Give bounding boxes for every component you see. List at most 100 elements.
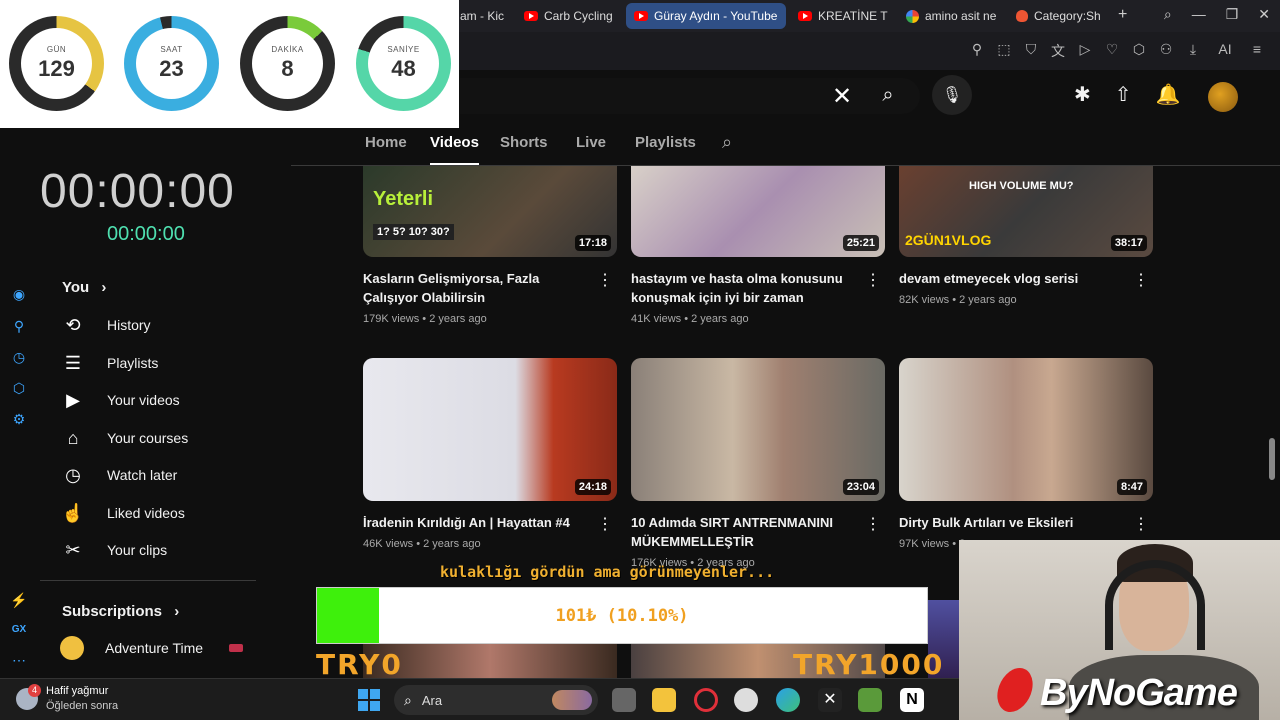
capcut-icon[interactable]: ✕ <box>818 688 842 712</box>
tab-label: KREATİNE T <box>818 9 888 23</box>
extension-puzzle-icon[interactable]: ✱ <box>1074 82 1091 107</box>
taskbar-search[interactable]: ⌕ Ara <box>394 685 598 715</box>
upload-icon[interactable]: ⇧ <box>1115 82 1132 107</box>
tab-shorts[interactable]: Shorts <box>500 134 548 151</box>
sidebar-you[interactable]: You › <box>62 279 106 296</box>
account-icon[interactable]: ⚇ <box>1159 41 1173 61</box>
gx-icon[interactable]: GX <box>10 624 28 642</box>
video-card[interactable]: 24:18 İradenin Kırıldığı An | Hayattan #… <box>363 358 617 550</box>
more-options-icon[interactable]: ⋮ <box>597 514 613 534</box>
opera-gx-icon[interactable] <box>694 688 718 712</box>
shield-icon[interactable]: ⛉ <box>1024 41 1038 61</box>
bell-icon[interactable]: 🔔 <box>1156 82 1181 107</box>
rain-icon: 4 <box>16 684 41 710</box>
edge-icon[interactable] <box>776 688 800 712</box>
tab-category[interactable]: Category:Sh <box>1008 3 1114 29</box>
screenshot-icon[interactable]: ⬚ <box>997 41 1011 61</box>
video-title[interactable]: 10 Adımda SIRT ANTRENMANINI MÜKEMMELLEŞT… <box>631 513 856 551</box>
new-tab-button[interactable]: + <box>1118 6 1127 24</box>
sidebar-item-playlists[interactable]: ☰ Playlists <box>60 346 280 380</box>
tab-carb-cycling[interactable]: Carb Cycling <box>516 3 620 29</box>
obs-icon[interactable] <box>734 688 758 712</box>
more-icon[interactable]: ⋯ <box>10 652 28 670</box>
video-card[interactable]: Yeterli 1? 5? 10? 30? 17:18 Kasların Gel… <box>363 166 617 325</box>
extensions-icon[interactable]: ⬡ <box>1132 41 1146 61</box>
translate-icon[interactable]: 文 <box>1051 41 1065 61</box>
cube-icon[interactable]: ⬡ <box>10 380 28 398</box>
pin-icon[interactable]: ⚲ <box>970 41 984 61</box>
more-options-icon[interactable]: ⋮ <box>865 270 881 290</box>
ai-icon[interactable]: AI <box>1213 41 1237 61</box>
video-card[interactable]: 8:47 Dirty Bulk Artıları ve Eksileri 97K… <box>899 358 1153 550</box>
video-title[interactable]: devam etmeyecek vlog serisi <box>899 269 1124 288</box>
clock-icon[interactable]: ◷ <box>10 349 28 367</box>
heart-icon[interactable]: ♡ <box>1105 41 1119 61</box>
more-options-icon[interactable]: ⋮ <box>865 514 881 534</box>
menu-icon[interactable]: ≡ <box>1250 41 1264 61</box>
tab-home[interactable]: Home <box>365 134 407 151</box>
pin-icon[interactable]: ⚲ <box>10 318 28 336</box>
tab-videos[interactable]: Videos <box>430 134 479 165</box>
sidebar-divider <box>40 580 256 581</box>
subscription-adventure-time[interactable]: Adventure Time <box>60 636 244 660</box>
video-thumbnail[interactable]: 25:21 <box>631 166 885 257</box>
twitch-icon[interactable]: ⚡ <box>10 592 28 610</box>
more-options-icon[interactable]: ⋮ <box>1133 270 1149 290</box>
tab-label: Güray Aydın - YouTube <box>654 9 778 23</box>
taskbar-search-placeholder: Ara <box>421 692 443 708</box>
sidebar-item-your-clips[interactable]: ✂ Your clips <box>60 533 280 567</box>
sidebar-item-liked-videos[interactable]: ☝ Liked videos <box>60 496 280 530</box>
microphone-icon[interactable]: 🎙 <box>932 75 972 115</box>
tab-kreatine[interactable]: KREATİNE T <box>790 3 894 29</box>
tab-playlists[interactable]: Playlists <box>635 134 696 151</box>
more-options-icon[interactable]: ⋮ <box>597 270 613 290</box>
tab-amino-asit[interactable]: amino asit ne <box>898 3 1002 29</box>
avatar[interactable] <box>1208 82 1238 112</box>
file-explorer-icon[interactable] <box>652 688 676 712</box>
video-title[interactable]: Dirty Bulk Artıları ve Eksileri <box>899 513 1124 532</box>
video-thumbnail[interactable]: 23:04 <box>631 358 885 501</box>
tab-guray-aydin[interactable]: Güray Aydın - YouTube <box>626 3 786 29</box>
subscriptions-label: Subscriptions <box>62 603 163 620</box>
sidebar-subscriptions[interactable]: Subscriptions › <box>62 603 179 620</box>
video-thumbnail[interactable]: HIGH VOLUME MU? 2GÜN1VLOG 38:17 <box>899 166 1153 257</box>
tab-live[interactable]: Live <box>576 134 606 151</box>
clear-search-icon[interactable]: ✕ <box>832 82 852 111</box>
weather-widget[interactable]: 4 Hafif yağmur Öğleden sonra <box>16 684 118 714</box>
play-circle-icon[interactable]: ◉ <box>10 286 28 304</box>
thumbnail-text: HIGH VOLUME MU? <box>969 180 1074 192</box>
close-window-icon[interactable]: ✕ <box>1258 6 1270 23</box>
notification-badge: 4 <box>28 684 41 697</box>
channel-search-icon[interactable]: ⌕ <box>722 132 732 153</box>
tab-kick[interactable]: am - Kic <box>452 3 512 29</box>
video-title[interactable]: hastayım ve hasta olma konusunu konuşmak… <box>631 269 856 307</box>
ring-label: DAKİKA <box>271 45 304 54</box>
search-icon[interactable]: ⌕ <box>866 76 910 114</box>
sidebar-item-history[interactable]: ⟲ History <box>60 308 280 342</box>
sidebar-item-your-videos[interactable]: ▶ Your videos <box>60 383 280 417</box>
video-title[interactable]: Kasların Gelişmiyorsa, Fazla Çalışıyor O… <box>363 269 588 307</box>
video-card[interactable]: HIGH VOLUME MU? 2GÜN1VLOG 38:17 devam et… <box>899 166 1153 306</box>
stopwatch-main: 00:00:00 <box>40 165 235 218</box>
video-thumbnail[interactable]: 24:18 <box>363 358 617 501</box>
download-icon[interactable]: ⤓ <box>1186 41 1200 61</box>
video-thumbnail[interactable]: Yeterli 1? 5? 10? 30? 17:18 <box>363 166 617 257</box>
search-tabs-icon[interactable]: ⌕ <box>1164 6 1172 23</box>
video-thumbnail[interactable]: 8:47 <box>899 358 1153 501</box>
notion-icon[interactable]: N <box>900 688 924 712</box>
video-title[interactable]: İradenin Kırıldığı An | Hayattan #4 <box>363 513 588 532</box>
sidebar-item-your-courses[interactable]: ⌂ Your courses <box>60 421 280 455</box>
video-card[interactable]: 23:04 10 Adımda SIRT ANTRENMANINI MÜKEMM… <box>631 358 885 569</box>
restore-icon[interactable]: ❐ <box>1226 6 1239 23</box>
gear-icon[interactable]: ⚙ <box>10 411 28 429</box>
task-view-icon[interactable] <box>612 688 636 712</box>
scrollbar[interactable] <box>1269 438 1275 480</box>
minecraft-icon[interactable] <box>858 688 882 712</box>
video-card[interactable]: 25:21 hastayım ve hasta olma konusunu ko… <box>631 166 885 325</box>
minimize-icon[interactable]: — <box>1192 6 1206 23</box>
windows-start-icon[interactable] <box>358 689 380 711</box>
sidebar-item-watch-later[interactable]: ◷ Watch later <box>60 458 280 492</box>
donation-caption: kulaklığı gördün ama görünmeyenler... <box>440 563 775 581</box>
more-options-icon[interactable]: ⋮ <box>1133 514 1149 534</box>
play-icon[interactable]: ▷ <box>1078 41 1092 61</box>
